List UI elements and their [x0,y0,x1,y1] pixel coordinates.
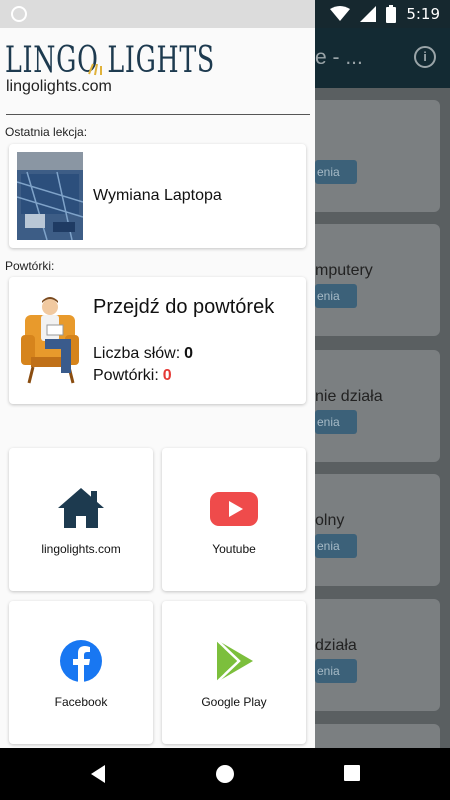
background-card-badge: enia [315,659,357,683]
notification-dot-icon [11,6,27,22]
google-play-link-label: Google Play [201,695,267,709]
reviews-title: Przejdź do powtórek [93,296,275,318]
background-toolbar: e - ... i [315,28,450,88]
status-time: 5:19 [406,5,440,23]
reviews-label: Powtórki: [5,259,55,273]
last-lesson-card[interactable]: Wymiana Laptopa [9,144,306,248]
background-card-text: olny [315,512,345,529]
person-reading-icon [21,297,79,384]
background-card-badge: enia [315,410,357,434]
youtube-link-tile[interactable]: Youtube [162,448,306,591]
info-icon: i [414,46,436,68]
home-icon [58,488,104,528]
word-count-label: Liczba słów: [93,345,181,362]
background-card-badge: enia [315,160,357,184]
system-navigation-bar [0,748,450,800]
status-bar-drawer-area [0,0,315,28]
reviews-card[interactable]: Przejdź do powtórek Liczba słów: 0 Powtór… [9,277,306,404]
wifi-icon [330,6,351,21]
last-lesson-label: Ostatnia lekcja: [5,125,88,139]
background-card-badge: enia [315,534,357,558]
background-title: e - ... [315,46,363,69]
background-card: nie działa enia [315,350,440,462]
reviews-count-row: Powtórki: 0 [93,367,172,385]
background-card: olny enia [315,474,440,586]
brand-logo-text: LINGO LIGHTS [5,40,215,80]
reviews-count-label: Powtórki: [93,367,159,384]
brand-logo: LINGO LIGHTS [5,40,215,80]
youtube-link-label: Youtube [212,542,256,556]
facebook-icon [60,640,102,682]
facebook-link-label: Facebook [54,695,108,709]
background-card-badge: enia [315,284,357,308]
background-card: działa enia [315,599,440,711]
background-card: enia [315,100,440,212]
status-icons: 5:19 [330,4,440,24]
word-count-value: 0 [184,345,194,362]
google-play-link-tile[interactable]: Google Play [162,601,306,744]
background-card-text: mputery [315,262,373,279]
back-button[interactable] [88,764,108,784]
home-button[interactable] [215,764,235,784]
facebook-link-tile[interactable]: Facebook [9,601,153,744]
word-count-row: Liczba słów: 0 [93,345,193,363]
signal-icon [360,6,377,22]
google-play-icon [216,639,253,683]
lesson-thumbnail [17,152,83,240]
header-divider [6,114,310,115]
brand-url: lingolights.com [6,78,112,95]
website-link-tile[interactable]: lingolights.com [9,448,153,591]
background-card: mputery enia [315,224,440,336]
last-lesson-title: Wymiana Laptopa [93,187,222,204]
reviews-count-value: 0 [162,367,172,384]
navigation-drawer: LINGO LIGHTS lingolights.com Ostatnia le… [0,28,315,748]
recent-apps-button[interactable] [343,764,361,782]
background-card-text: nie działa [315,388,383,405]
background-card [315,724,440,748]
website-link-label: lingolights.com [41,542,121,556]
status-bar: 5:19 [0,0,450,28]
youtube-icon [210,492,258,526]
background-card-text: działa [315,637,357,654]
background-app: e - ... i enia mputery enia nie działa e… [315,28,450,748]
battery-icon [386,5,397,23]
